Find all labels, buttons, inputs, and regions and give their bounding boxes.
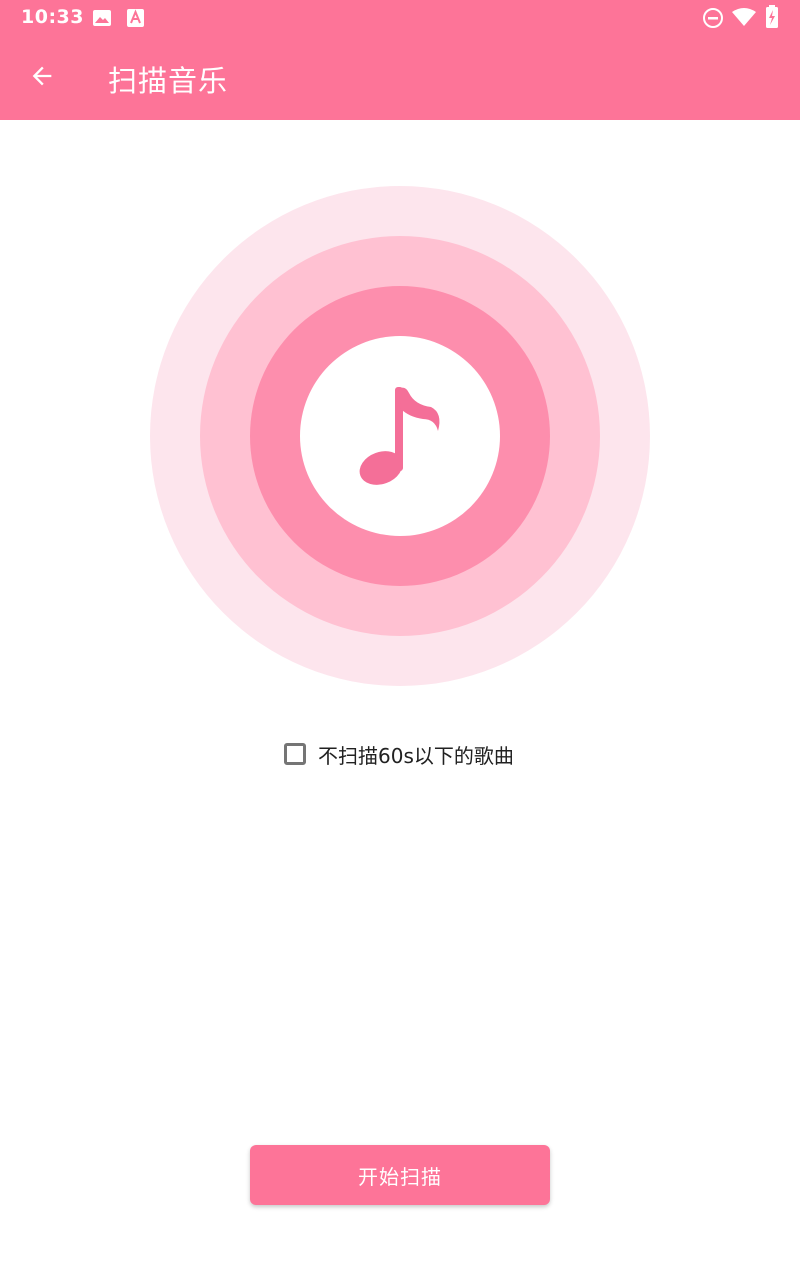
wifi-icon <box>731 7 757 31</box>
arrow-back-icon <box>28 62 56 94</box>
app-bar: 扫描音乐 <box>0 36 800 120</box>
page-title: 扫描音乐 <box>108 64 229 98</box>
status-time: 10:33 <box>21 6 84 28</box>
skip-short-songs-checkbox[interactable] <box>284 743 306 765</box>
font-a-icon <box>127 9 144 31</box>
status-bar: 10:33 <box>0 0 800 36</box>
skip-short-songs-option[interactable]: 不扫描60s以下的歌曲 <box>284 738 514 770</box>
start-scan-button[interactable]: 开始扫描 <box>250 1145 550 1205</box>
skip-short-songs-label: 不扫描60s以下的歌曲 <box>318 743 514 768</box>
scan-rings <box>150 186 650 686</box>
back-button[interactable] <box>18 54 66 102</box>
do-not-disturb-icon <box>702 7 724 33</box>
scan-music-screen: 10:33 扫描音乐 不扫描60s以下的歌曲 开始扫描 <box>0 0 800 1280</box>
image-icon <box>92 9 112 31</box>
music-note-icon <box>355 383 445 488</box>
battery-charging-icon <box>765 5 779 33</box>
